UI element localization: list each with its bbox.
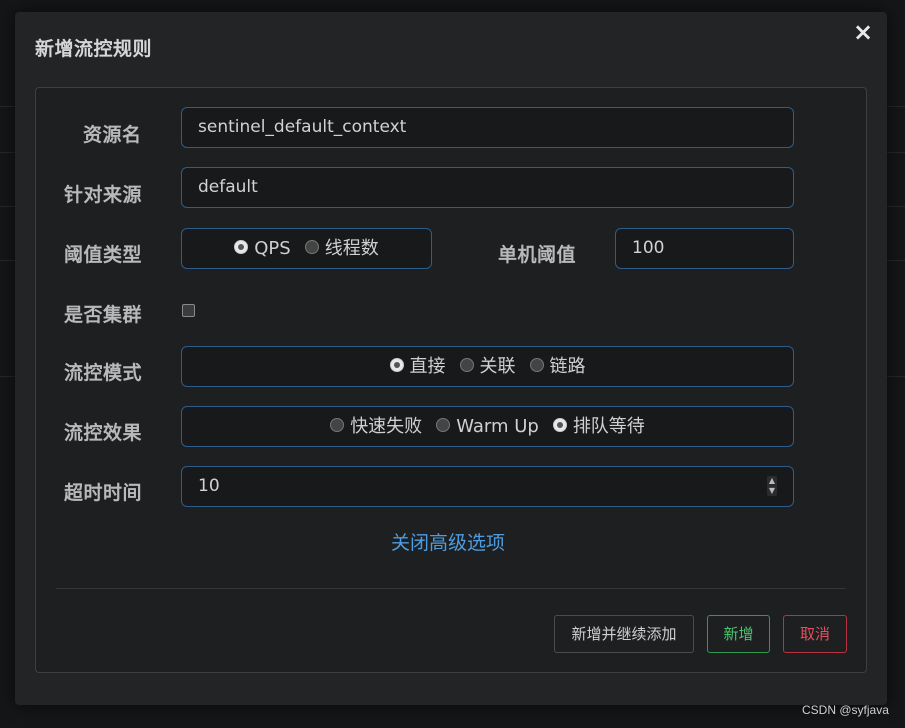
spinner-down-icon[interactable]: ▼ bbox=[767, 486, 777, 496]
timeout-input[interactable]: 10 ▲ ▼ bbox=[181, 466, 794, 507]
radio-checked-icon bbox=[389, 357, 404, 372]
radio-unchecked-icon bbox=[529, 357, 544, 372]
limit-app-value: default bbox=[198, 177, 258, 197]
strategy-option-label: 关联 bbox=[479, 356, 516, 377]
behavior-option-label: Warm Up bbox=[456, 416, 539, 437]
count-label: 单机阈值 bbox=[498, 244, 577, 266]
behavior-option-queue[interactable]: 排队等待 bbox=[552, 407, 645, 446]
strategy-option-label: 直接 bbox=[409, 356, 446, 377]
add-button[interactable]: 新增 bbox=[707, 615, 770, 653]
footer-divider bbox=[56, 588, 846, 589]
strategy-option-relate[interactable]: 关联 bbox=[459, 347, 516, 386]
radio-checked-icon bbox=[552, 417, 567, 432]
radio-unchecked-icon bbox=[330, 417, 345, 432]
grade-option-label: QPS bbox=[254, 238, 291, 259]
cluster-label: 是否集群 bbox=[64, 304, 143, 326]
strategy-option-chain[interactable]: 链路 bbox=[529, 347, 586, 386]
grade-radio-group: QPS 线程数 bbox=[181, 228, 432, 269]
flow-rule-dialog: 新增流控规则 × 资源名 sentinel_default_context 针对… bbox=[15, 12, 887, 705]
strategy-label: 流控模式 bbox=[64, 362, 143, 384]
limit-app-input[interactable]: default bbox=[181, 167, 794, 208]
behavior-option-label: 快速失败 bbox=[350, 416, 423, 437]
add-and-continue-button[interactable]: 新增并继续添加 bbox=[554, 615, 694, 653]
toggle-advanced-link[interactable]: 关闭高级选项 bbox=[391, 528, 505, 555]
limit-app-label: 针对来源 bbox=[64, 184, 143, 206]
count-value: 100 bbox=[632, 238, 665, 258]
control-behavior-label: 流控效果 bbox=[64, 422, 143, 444]
close-icon[interactable]: × bbox=[851, 20, 875, 44]
strategy-option-label: 链路 bbox=[549, 356, 586, 377]
cancel-button[interactable]: 取消 bbox=[783, 615, 847, 653]
resource-label: 资源名 bbox=[83, 124, 142, 146]
behavior-option-label: 排队等待 bbox=[572, 416, 645, 437]
watermark: CSDN @syfjava bbox=[802, 703, 889, 717]
cluster-checkbox[interactable] bbox=[182, 304, 195, 317]
spinner-up-icon[interactable]: ▲ bbox=[767, 476, 777, 486]
timeout-value: 10 bbox=[198, 476, 220, 496]
radio-unchecked-icon bbox=[304, 239, 319, 254]
grade-option-label: 线程数 bbox=[324, 238, 379, 259]
form-panel: 资源名 sentinel_default_context 针对来源 defaul… bbox=[35, 87, 867, 673]
count-input[interactable]: 100 bbox=[615, 228, 794, 269]
strategy-radio-group: 直接 关联 链路 bbox=[181, 346, 794, 387]
timeout-label: 超时时间 bbox=[64, 482, 143, 504]
dialog-title: 新增流控规则 bbox=[35, 38, 153, 60]
grade-option-thread[interactable]: 线程数 bbox=[304, 229, 379, 268]
radio-checked-icon bbox=[234, 239, 249, 254]
behavior-option-warm-up[interactable]: Warm Up bbox=[436, 407, 539, 446]
strategy-option-direct[interactable]: 直接 bbox=[389, 347, 446, 386]
grade-option-qps[interactable]: QPS bbox=[234, 229, 291, 268]
control-behavior-radio-group: 快速失败 Warm Up 排队等待 bbox=[181, 406, 794, 447]
behavior-option-fail-fast[interactable]: 快速失败 bbox=[330, 407, 422, 446]
resource-input[interactable]: sentinel_default_context bbox=[181, 107, 794, 148]
grade-label: 阈值类型 bbox=[64, 244, 143, 266]
resource-value: sentinel_default_context bbox=[198, 117, 407, 137]
radio-unchecked-icon bbox=[459, 357, 474, 372]
radio-unchecked-icon bbox=[436, 417, 451, 432]
number-spinner[interactable]: ▲ ▼ bbox=[767, 476, 777, 496]
